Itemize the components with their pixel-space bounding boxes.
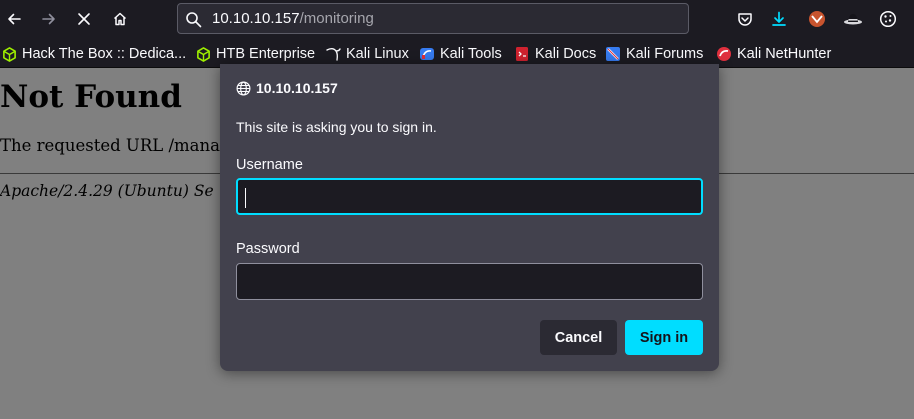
- close-icon: [78, 13, 90, 25]
- download-icon: [772, 11, 786, 26]
- extension-button-1[interactable]: [806, 8, 828, 30]
- kali-forums-icon: [605, 46, 621, 62]
- dialog-prompt: This site is asking you to sign in.: [236, 119, 437, 135]
- pocket-button[interactable]: [734, 8, 756, 30]
- username-field[interactable]: [236, 178, 703, 215]
- arrow-left-icon: [8, 13, 21, 25]
- bookmark-kali-docs[interactable]: Kali Docs: [514, 44, 596, 64]
- bookmark-label: Hack The Box :: Dedica...: [22, 46, 187, 62]
- bookmark-label: Kali Tools: [440, 46, 502, 62]
- username-label: Username: [236, 157, 303, 173]
- pocket-icon: [738, 13, 752, 26]
- bookmark-htb-enterprise[interactable]: HTB Enterprise: [195, 44, 315, 64]
- downloads-button[interactable]: [768, 8, 790, 30]
- bookmark-label: Kali Linux: [346, 46, 409, 62]
- search-icon: [185, 11, 202, 32]
- password-label: Password: [236, 241, 300, 257]
- extension-fox-icon: [809, 11, 825, 27]
- arrow-right-icon: [42, 13, 55, 25]
- home-button[interactable]: [108, 8, 132, 30]
- url-host: 10.10.10.157: [212, 10, 300, 27]
- url-path: /monitoring: [299, 10, 374, 27]
- page-heading: Not Found: [0, 79, 182, 115]
- kali-nethunter-icon: [716, 46, 732, 62]
- back-button[interactable]: [2, 8, 26, 30]
- error-message: The requested URL /manag: [0, 136, 231, 155]
- text-caret: [245, 188, 246, 208]
- bookmark-kali-nethunter[interactable]: Kali NetHunter: [716, 44, 831, 64]
- bookmark-label: Kali Docs: [535, 46, 597, 62]
- server-signature: Apache/2.4.29 (Ubuntu) Se: [0, 182, 214, 200]
- forward-button[interactable]: [37, 8, 61, 30]
- bookmark-kali-linux[interactable]: Kali Linux: [325, 44, 409, 64]
- extension-hat-icon: [844, 14, 862, 25]
- stop-button[interactable]: [72, 8, 96, 30]
- dialog-host: 10.10.10.157: [236, 80, 338, 96]
- bookmark-kali-forums[interactable]: Kali Forums: [605, 44, 703, 64]
- bookmark-label: HTB Enterprise: [216, 46, 316, 62]
- bookmark-label: Kali NetHunter: [737, 46, 832, 62]
- url-bar[interactable]: 10.10.10.157/monitoring: [177, 3, 689, 34]
- cookie-icon: [879, 10, 897, 28]
- kali-docs-icon: [514, 46, 530, 62]
- dialog-host-text: 10.10.10.157: [256, 80, 338, 96]
- kali-dragon-icon: [325, 46, 341, 62]
- globe-icon: [236, 81, 251, 95]
- auth-dialog: 10.10.10.157 This site is asking you to …: [220, 64, 719, 371]
- bookmark-kali-tools[interactable]: Kali Tools: [419, 44, 502, 64]
- url-text: 10.10.10.157/monitoring: [212, 10, 374, 27]
- kali-tools-icon: [419, 46, 435, 62]
- extension-button-3[interactable]: [877, 8, 899, 30]
- home-icon: [113, 12, 127, 26]
- password-field[interactable]: [236, 263, 703, 300]
- htb-cube-icon: [1, 46, 17, 62]
- bookmark-hack-the-box[interactable]: Hack The Box :: Dedica...: [1, 44, 186, 64]
- extension-button-2[interactable]: [842, 8, 864, 30]
- cancel-button[interactable]: Cancel: [540, 320, 617, 355]
- sign-in-button[interactable]: Sign in: [625, 320, 703, 355]
- bookmark-label: Kali Forums: [626, 46, 704, 62]
- htb-cube-icon: [195, 46, 211, 62]
- browser-toolbar: 10.10.10.157/monitoring: [0, 0, 914, 38]
